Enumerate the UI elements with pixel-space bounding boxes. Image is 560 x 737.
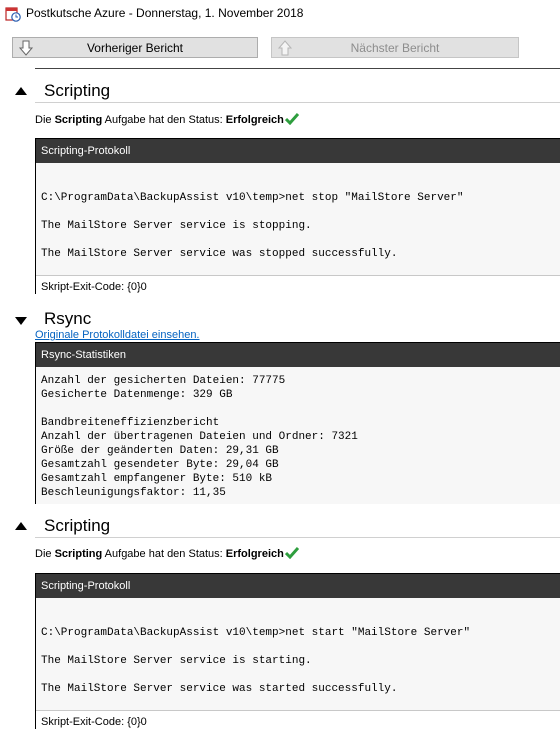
- status-prefix: Die: [35, 548, 55, 560]
- log-body: C:\ProgramData\BackupAssist v10\temp>net…: [36, 163, 560, 275]
- section-title: Scripting: [44, 81, 111, 100]
- status-prefix: Die: [35, 114, 55, 126]
- section-header-scripting[interactable]: Scripting: [0, 80, 560, 104]
- checkmark-icon: [284, 113, 299, 125]
- status-result: Erfolgreich: [225, 114, 284, 126]
- status-line: Die Scripting Aufgabe hat den Status: Er…: [35, 547, 299, 560]
- status-task: Scripting: [54, 114, 103, 126]
- section-title: Scripting: [44, 516, 111, 535]
- divider: [35, 68, 560, 69]
- log-header: Scripting-Protokoll: [36, 139, 560, 163]
- exit-code: Skript-Exit-Code: {0}0: [36, 710, 560, 734]
- stats-header: Rsync-Statistiken: [36, 343, 560, 367]
- window-title: Postkutsche Azure - Donnerstag, 1. Novem…: [26, 6, 304, 20]
- previous-report-button[interactable]: Vorheriger Bericht: [12, 37, 258, 58]
- next-report-button[interactable]: Nächster Bericht: [271, 37, 519, 58]
- status-result: Erfolgreich: [225, 548, 284, 560]
- status-middle: Aufgabe hat den Status:: [102, 114, 226, 126]
- exit-code: Skript-Exit-Code: {0}0: [36, 275, 560, 299]
- expand-triangle-icon[interactable]: [14, 316, 28, 326]
- next-report-label: Nächster Bericht: [350, 41, 440, 55]
- status-task: Scripting: [54, 548, 103, 560]
- status-middle: Aufgabe hat den Status:: [102, 548, 226, 560]
- stats-body: Anzahl der gesicherten Dateien: 77775 Ge…: [36, 367, 560, 504]
- section-divider: [35, 102, 560, 103]
- original-log-link[interactable]: Originale Protokolldatei einsehen.: [35, 329, 200, 341]
- rsync-stats-panel: Rsync-Statistiken Anzahl der gesicherten…: [35, 342, 560, 504]
- scripting-log-panel: Scripting-Protokoll C:\ProgramData\Backu…: [35, 138, 560, 299]
- title-bar: Postkutsche Azure - Donnerstag, 1. Novem…: [0, 0, 560, 28]
- section-header-scripting[interactable]: Scripting: [0, 515, 560, 539]
- previous-report-label: Vorheriger Bericht: [86, 41, 184, 55]
- status-line: Die Scripting Aufgabe hat den Status: Er…: [35, 113, 299, 126]
- scripting-log-panel: Scripting-Protokoll C:\ProgramData\Backu…: [35, 573, 560, 734]
- calendar-clock-icon: [5, 7, 21, 22]
- log-body: C:\ProgramData\BackupAssist v10\temp>net…: [36, 598, 560, 710]
- section-title: Rsync: [44, 309, 92, 328]
- collapse-triangle-icon[interactable]: [14, 521, 28, 531]
- collapse-triangle-icon[interactable]: [14, 86, 28, 96]
- section-divider: [35, 537, 560, 538]
- checkmark-icon: [284, 547, 299, 559]
- log-header: Scripting-Protokoll: [36, 574, 560, 598]
